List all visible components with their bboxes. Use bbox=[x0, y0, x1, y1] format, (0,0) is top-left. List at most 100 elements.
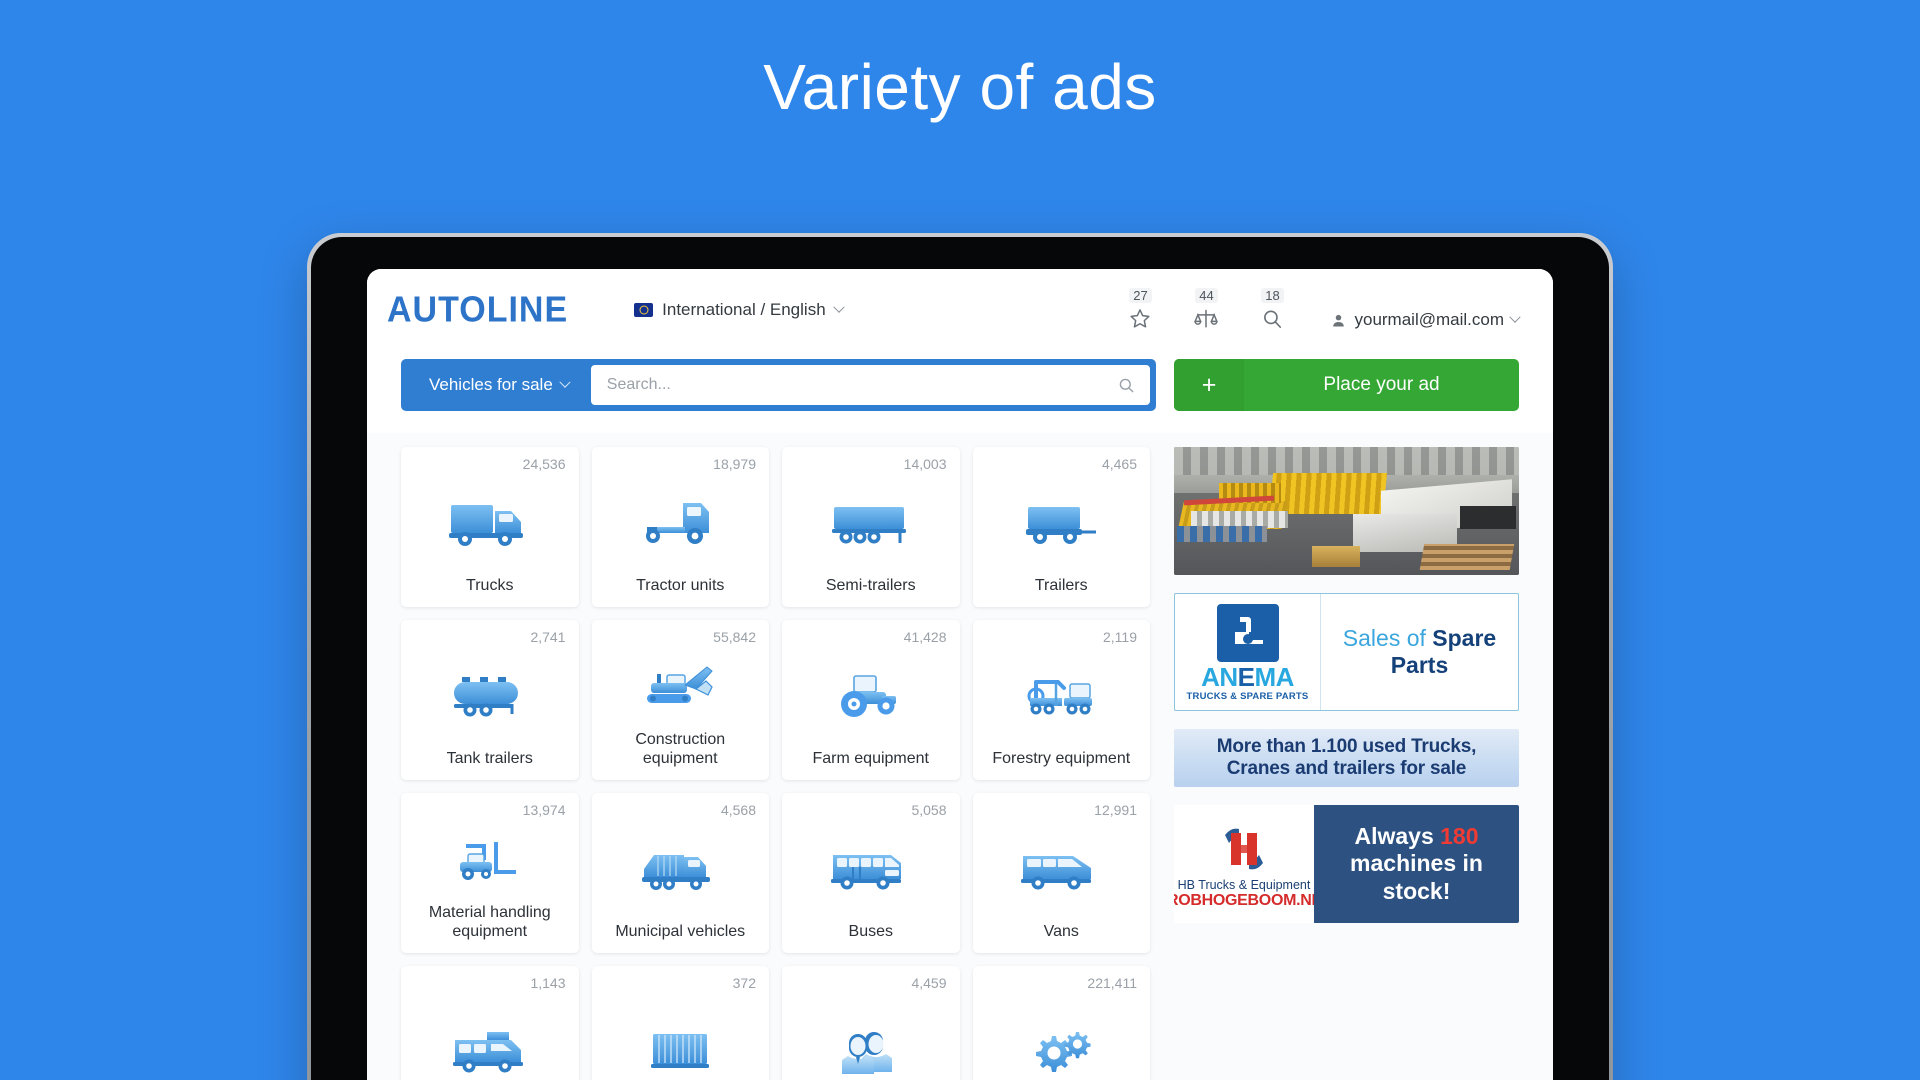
hb-logo-icon bbox=[1214, 823, 1274, 875]
anema-spare-parts-ad[interactable]: ANEMA TRUCKS & SPARE PARTS Sales of Spar… bbox=[1174, 593, 1519, 711]
category-count: 1,143 bbox=[530, 975, 566, 991]
place-ad-button[interactable]: + Place your ad bbox=[1174, 359, 1519, 411]
category-count: 4,568 bbox=[720, 802, 756, 818]
eu-flag-icon bbox=[634, 303, 654, 317]
saved-search-button[interactable]: 18 bbox=[1252, 288, 1292, 332]
category-dropdown-label: Vehicles for sale bbox=[429, 375, 553, 394]
category-card-forestry-equipment[interactable]: 2,119 Forestry equipment bbox=[972, 620, 1150, 780]
tablet-device-frame: AUTOLINE International / English 27 44 1… bbox=[307, 233, 1613, 1080]
excavator-icon bbox=[605, 645, 757, 730]
category-dropdown[interactable]: Vehicles for sale bbox=[401, 375, 591, 395]
anema-branding: ANEMA TRUCKS & SPARE PARTS bbox=[1175, 594, 1321, 710]
user-menu[interactable]: yourmail@mail.com bbox=[1330, 310, 1521, 330]
saved-search-icon bbox=[1264, 310, 1282, 328]
plus-icon: + bbox=[1174, 359, 1244, 411]
category-count: 24,536 bbox=[522, 456, 566, 472]
trailer-icon bbox=[986, 472, 1138, 576]
user-email: yourmail@mail.com bbox=[1354, 310, 1504, 329]
dealers-people-icon bbox=[795, 991, 947, 1080]
anema-word-part2: E bbox=[1237, 662, 1255, 693]
chevron-down-icon bbox=[1509, 311, 1521, 323]
container-icon bbox=[605, 991, 757, 1080]
spare-parts-gears-icon bbox=[986, 991, 1138, 1080]
garbage-truck-icon bbox=[605, 818, 757, 922]
bus-icon bbox=[795, 818, 947, 922]
category-count: 2,119 bbox=[1103, 629, 1137, 645]
tractor-unit-icon bbox=[605, 472, 757, 576]
category-label: Municipal vehicles bbox=[615, 923, 746, 940]
banner-line-2: Cranes and trailers for sale bbox=[1226, 758, 1467, 779]
hb-company-name: HB Trucks & Equipment bbox=[1177, 877, 1311, 892]
tablet-bezel: AUTOLINE International / English 27 44 1… bbox=[311, 237, 1609, 1080]
category-card-construction-equipment[interactable]: 55,842 Construction equipment bbox=[591, 620, 769, 780]
magnifier-icon[interactable] bbox=[1117, 376, 1136, 395]
compare-badge: 44 bbox=[1195, 288, 1218, 303]
category-card-trucks[interactable]: 24,536 Trucks bbox=[401, 447, 579, 607]
search-field[interactable] bbox=[590, 365, 1150, 405]
category-card-trailers[interactable]: 4,465 Trailers bbox=[972, 447, 1150, 607]
van-icon bbox=[986, 818, 1138, 922]
hb-message-post: machines in stock! bbox=[1350, 850, 1483, 904]
browser-viewport: AUTOLINE International / English 27 44 1… bbox=[367, 269, 1553, 1080]
favorites-button[interactable]: 27 bbox=[1120, 288, 1160, 332]
category-label: Forestry equipment bbox=[992, 750, 1131, 767]
used-trucks-banner-ad[interactable]: More than 1.100 used Trucks, Cranes and … bbox=[1174, 729, 1519, 787]
category-count: 5,058 bbox=[911, 802, 947, 818]
yard-white-vehicles bbox=[1191, 511, 1288, 528]
category-card-semi-trailers[interactable]: 14,003 Semi-trailers bbox=[782, 447, 960, 607]
search-input[interactable] bbox=[606, 376, 1117, 394]
category-card-tractor-units[interactable]: 18,979 Tractor units bbox=[591, 447, 769, 607]
equipment-yard-photo-ad[interactable] bbox=[1174, 447, 1519, 575]
category-card-farm-equipment[interactable]: 41,428 Farm equipment bbox=[782, 620, 960, 780]
camper-icon bbox=[414, 991, 566, 1080]
forklift-icon bbox=[414, 818, 566, 903]
categories-column: 24,536 Trucks 18,979 Tractor units 14,00… bbox=[401, 433, 1150, 1080]
anema-message-light: Sales of bbox=[1342, 624, 1433, 651]
category-count: 12,991 bbox=[1094, 802, 1137, 818]
hb-trucks-ad[interactable]: HB Trucks & Equipment ROBHOGEBOOM.NL Alw… bbox=[1174, 805, 1519, 923]
place-ad-label: Place your ad bbox=[1323, 374, 1440, 395]
category-card-municipal-vehicles[interactable]: 4,568 Municipal vehicles bbox=[591, 793, 769, 953]
category-count: 55,842 bbox=[713, 629, 756, 645]
favorites-star-icon bbox=[1130, 309, 1151, 328]
banner-text: More than 1.100 used Trucks, Cranes and … bbox=[1217, 736, 1477, 781]
autoline-logo[interactable]: AUTOLINE bbox=[377, 290, 568, 331]
category-card-material-handling-equipment[interactable]: 13,974 Material handling equipment bbox=[401, 793, 579, 953]
compare-scales-icon bbox=[1194, 309, 1219, 328]
category-count: 372 bbox=[732, 975, 756, 991]
category-count: 4,459 bbox=[911, 975, 947, 991]
category-label: Buses bbox=[848, 923, 893, 940]
favorites-badge: 27 bbox=[1129, 288, 1152, 303]
category-card-vans[interactable]: 12,991 Vans bbox=[972, 793, 1150, 953]
semi-trailer-icon bbox=[795, 472, 947, 576]
category-count: 13,974 bbox=[522, 802, 566, 818]
search-group: Vehicles for sale bbox=[401, 359, 1156, 411]
category-label: Trucks bbox=[466, 577, 514, 594]
hb-message: Always 180 machines in stock! bbox=[1314, 805, 1519, 923]
anema-word-part1: AN bbox=[1201, 662, 1238, 693]
category-card-tank-trailers[interactable]: 2,741 Tank trailers bbox=[401, 620, 579, 780]
hb-message-number: 180 bbox=[1440, 823, 1479, 850]
anema-word-part3: MA bbox=[1254, 662, 1294, 693]
category-count: 14,003 bbox=[903, 456, 947, 472]
compare-button[interactable]: 44 bbox=[1186, 288, 1226, 332]
category-card-dealers[interactable]: 4,459 bbox=[782, 966, 960, 1080]
language-selector[interactable]: International / English bbox=[634, 300, 845, 320]
site-header: AUTOLINE International / English 27 44 1… bbox=[367, 269, 1553, 351]
category-card-containers[interactable]: 372 bbox=[591, 966, 769, 1080]
search-row: Vehicles for sale + bbox=[367, 351, 1553, 433]
category-card-buses[interactable]: 5,058 Buses bbox=[782, 793, 960, 953]
category-count: 41,428 bbox=[903, 629, 947, 645]
category-card-spare-parts[interactable]: 221,411 bbox=[972, 966, 1150, 1080]
tank-trailer-icon bbox=[414, 645, 566, 749]
category-label: Tractor units bbox=[636, 577, 725, 594]
anema-wordmark: ANEMA bbox=[1201, 664, 1294, 690]
category-count: 221,411 bbox=[1087, 975, 1137, 991]
yard-blue-vehicles bbox=[1177, 526, 1268, 542]
hb-branding: HB Trucks & Equipment ROBHOGEBOOM.NL bbox=[1174, 805, 1321, 923]
category-count: 4,465 bbox=[1101, 456, 1137, 472]
category-card-campers[interactable]: 1,143 bbox=[401, 966, 579, 1080]
anema-forklift-logo-icon bbox=[1216, 604, 1279, 663]
chevron-down-icon bbox=[559, 376, 571, 388]
forestry-truck-icon bbox=[986, 645, 1138, 749]
